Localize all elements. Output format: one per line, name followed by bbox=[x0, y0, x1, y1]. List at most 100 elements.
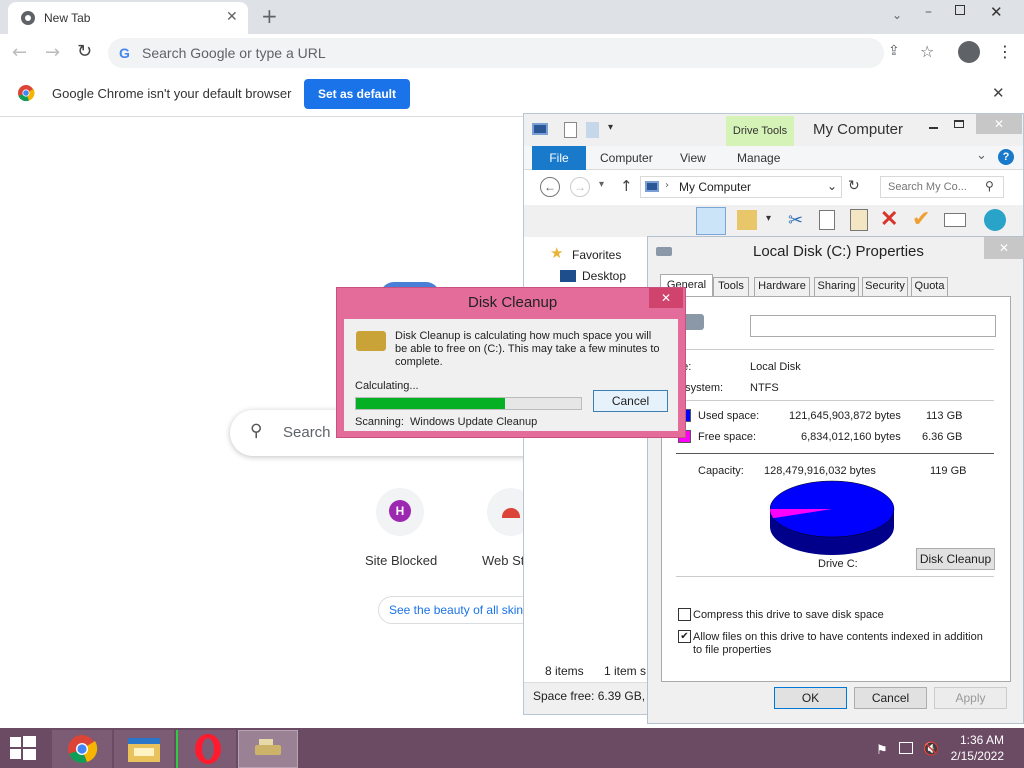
tab-search-icon[interactable]: ⌄ bbox=[892, 8, 902, 22]
menu-kebab-icon[interactable]: ⋮ bbox=[997, 42, 1013, 61]
properties-quick-icon[interactable] bbox=[564, 122, 577, 138]
up-icon[interactable]: ↑ bbox=[620, 177, 633, 195]
minimize-icon[interactable]: – bbox=[925, 4, 932, 20]
start-icon bbox=[10, 736, 36, 760]
disk-cleanup-close-button[interactable]: ✕ bbox=[649, 288, 683, 308]
back-button-icon[interactable]: ← bbox=[540, 177, 560, 197]
compress-checkbox[interactable] bbox=[678, 608, 691, 621]
ribbon-tab-view[interactable]: View bbox=[680, 151, 706, 165]
ribbon-tab-manage[interactable]: Manage bbox=[737, 151, 780, 165]
divider bbox=[676, 400, 994, 401]
forward-icon[interactable]: → bbox=[45, 42, 60, 63]
recent-locations-icon[interactable]: ▾ bbox=[599, 179, 604, 190]
drive-tools-context-tab: Drive Tools bbox=[726, 116, 794, 146]
set-as-default-button[interactable]: Set as default bbox=[304, 79, 410, 109]
explorer-search-input[interactable]: Search My Co... ⚲ bbox=[880, 176, 1004, 198]
ribbon-tab-file[interactable]: File bbox=[532, 146, 586, 170]
start-button[interactable] bbox=[8, 734, 38, 762]
shortcut-label: Site Blocked bbox=[365, 553, 438, 568]
network-globe-icon[interactable] bbox=[984, 209, 1006, 231]
tab-tools[interactable]: Tools bbox=[713, 277, 749, 296]
delete-icon[interactable]: ✕ bbox=[880, 206, 898, 232]
apply-button[interactable]: Apply bbox=[934, 687, 1007, 709]
scanning-value: Windows Update Cleanup bbox=[410, 416, 538, 428]
tab-security[interactable]: Security bbox=[862, 277, 908, 296]
paste-icon[interactable] bbox=[850, 209, 868, 231]
profile-avatar-icon[interactable] bbox=[958, 41, 980, 63]
desktop-icon bbox=[560, 270, 576, 282]
move-dropdown-icon[interactable]: ▾ bbox=[766, 213, 771, 224]
properties-icon[interactable] bbox=[944, 213, 966, 227]
progress-fill bbox=[356, 398, 505, 409]
explorer-maximize-icon[interactable] bbox=[954, 120, 964, 128]
preview-pane-icon[interactable] bbox=[696, 207, 726, 235]
free-space-bytes: 6,834,012,160 bytes bbox=[801, 431, 901, 443]
explorer-close-button[interactable]: ✕ bbox=[976, 114, 1022, 134]
copy-icon[interactable] bbox=[819, 210, 835, 230]
share-icon[interactable]: ⇪ bbox=[888, 43, 900, 59]
close-tab-icon[interactable]: ✕ bbox=[226, 9, 238, 25]
nav-item-desktop[interactable]: Desktop bbox=[582, 269, 626, 283]
disk-usage-pie bbox=[770, 479, 900, 559]
filesystem-value: NTFS bbox=[750, 382, 779, 394]
taskbar-disk-cleanup[interactable] bbox=[238, 730, 298, 768]
address-dropdown-icon[interactable]: ⌄ bbox=[827, 179, 837, 193]
disk-cleanup-icon bbox=[255, 739, 281, 755]
address-bar[interactable]: › My Computer ⌄ bbox=[640, 176, 842, 198]
cancel-button[interactable]: Cancel bbox=[854, 687, 927, 709]
infobar-close-icon[interactable]: ✕ bbox=[992, 84, 1005, 102]
ribbon-expand-icon[interactable]: ⌄ bbox=[976, 148, 987, 163]
shortcut-label: Web St bbox=[482, 553, 525, 568]
disk-cleanup-dialog: Disk Cleanup ✕ Disk Cleanup is calculati… bbox=[336, 287, 686, 438]
new-tab-icon[interactable]: + bbox=[261, 4, 278, 28]
tab-sharing[interactable]: Sharing bbox=[814, 277, 859, 296]
taskbar-chrome[interactable] bbox=[52, 730, 112, 768]
used-space-label: Used space: bbox=[698, 410, 760, 422]
shortcut-site-blocked[interactable]: H Site Blocked bbox=[360, 488, 440, 578]
quick-access-dropdown-icon[interactable]: ▾ bbox=[608, 122, 613, 133]
ribbon-tab-computer[interactable]: Computer bbox=[600, 151, 653, 165]
nav-item-favorites[interactable]: Favorites bbox=[572, 248, 621, 262]
forward-button-icon[interactable]: → bbox=[570, 177, 590, 197]
network-icon[interactable] bbox=[899, 742, 913, 754]
address-text: My Computer bbox=[679, 180, 752, 194]
tab-new-tab[interactable]: New Tab ✕ bbox=[8, 2, 248, 34]
index-label: Allow files on this drive to have conten… bbox=[693, 631, 983, 656]
progress-bar bbox=[355, 397, 582, 410]
chrome-logo-icon bbox=[17, 84, 35, 102]
properties-close-button[interactable]: ✕ bbox=[984, 237, 1024, 259]
scanning-label: Scanning: bbox=[355, 416, 404, 428]
drive-title-icon bbox=[656, 247, 672, 256]
bookmark-star-icon[interactable]: ☆ bbox=[920, 42, 934, 61]
drive-name-input[interactable] bbox=[750, 315, 996, 337]
tab-hardware[interactable]: Hardware bbox=[754, 277, 810, 296]
refresh-icon[interactable]: ↻ bbox=[848, 178, 860, 194]
divider bbox=[676, 576, 994, 577]
index-checkbox[interactable]: ✔ bbox=[678, 630, 691, 643]
used-space-gb: 113 GB bbox=[926, 410, 963, 422]
rename-icon[interactable]: ✔ bbox=[912, 206, 930, 232]
tab-quota[interactable]: Quota bbox=[911, 277, 948, 296]
ok-button[interactable]: OK bbox=[774, 687, 847, 709]
disk-cleanup-cancel-button[interactable]: Cancel bbox=[593, 390, 668, 412]
cut-icon[interactable]: ✂ bbox=[788, 210, 803, 231]
move-to-icon[interactable] bbox=[737, 210, 757, 230]
back-icon[interactable]: ← bbox=[12, 42, 27, 63]
restore-icon[interactable] bbox=[955, 5, 965, 15]
disk-cleanup-button[interactable]: Disk Cleanup bbox=[916, 548, 995, 570]
help-icon[interactable]: ? bbox=[998, 149, 1014, 165]
system-clock[interactable]: 1:36 AM 2/15/2022 bbox=[951, 732, 1004, 764]
address-computer-icon bbox=[645, 181, 659, 192]
explorer-minimize-icon[interactable] bbox=[929, 127, 938, 129]
omnibox[interactable]: G Search Google or type a URL ⇪ ☆ bbox=[108, 38, 934, 68]
taskbar-file-explorer[interactable] bbox=[114, 730, 174, 768]
calculating-label: Calculating... bbox=[355, 380, 419, 392]
flag-icon[interactable]: ⚑ bbox=[876, 742, 888, 758]
taskbar-opera[interactable] bbox=[176, 730, 236, 768]
volume-muted-icon[interactable]: 🔇 bbox=[923, 741, 939, 757]
close-window-icon[interactable]: ✕ bbox=[990, 3, 1003, 21]
chrome-favicon-icon bbox=[20, 10, 36, 26]
type-value: Local Disk bbox=[750, 361, 801, 373]
new-folder-quick-icon[interactable] bbox=[586, 122, 599, 138]
reload-icon[interactable]: ↻ bbox=[77, 41, 92, 62]
